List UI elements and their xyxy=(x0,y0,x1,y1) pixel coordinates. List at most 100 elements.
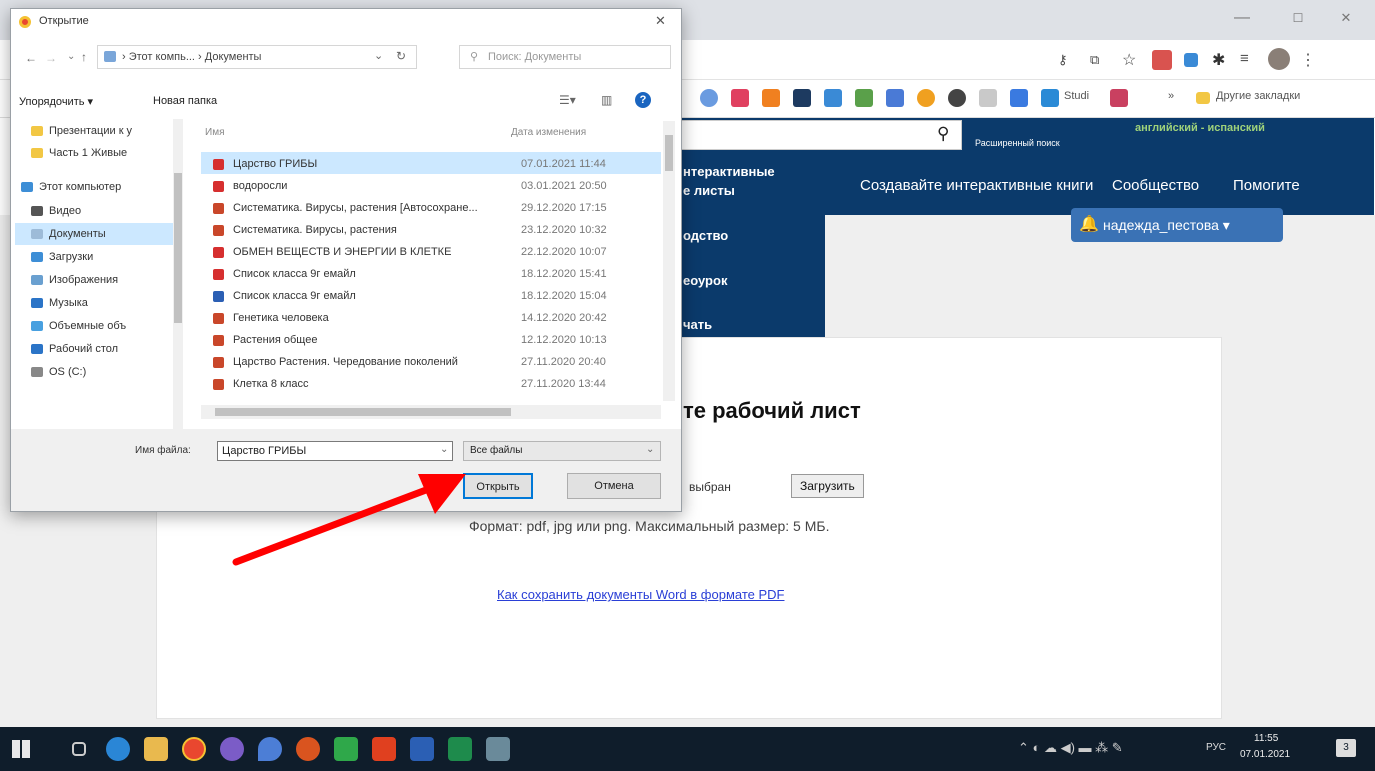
nav-item-this-pc[interactable]: Этот компьютер xyxy=(21,177,121,197)
site-search-input[interactable]: ⚲ xyxy=(680,120,962,150)
bookmark-icon[interactable] xyxy=(762,89,780,107)
viber-icon[interactable] xyxy=(220,737,244,761)
translate-icon[interactable]: ⧉ xyxy=(1090,52,1099,68)
filename-input[interactable]: Царство ГРИБЫ ⌄ xyxy=(217,441,453,461)
nav-help[interactable]: Помогите xyxy=(1233,177,1300,194)
search-icon[interactable]: ⚲ xyxy=(937,124,949,144)
breadcrumb[interactable]: › Этот компь... › Документы xyxy=(122,51,261,63)
nav-item-music[interactable]: Музыка xyxy=(31,293,88,313)
organize-menu[interactable]: Упорядочить ▾ xyxy=(19,95,93,108)
menu-video-lesson[interactable]: еоурок xyxy=(683,273,727,288)
nav-scrollbar[interactable] xyxy=(173,119,183,429)
puzzle-icon[interactable]: ✱ xyxy=(1212,50,1225,70)
column-name[interactable]: Имя xyxy=(205,127,224,138)
file-row[interactable]: Царство ГРИБЫ 07.01.2021 11:44 xyxy=(201,153,673,175)
bookmark-icon[interactable] xyxy=(1110,89,1128,107)
address-bar[interactable]: › Этот компь... › Документы ⌄ ↻ xyxy=(97,45,417,69)
file-row[interactable]: Список класса 9г емайл 18.12.2020 15:04 xyxy=(201,285,673,307)
chrome-icon[interactable] xyxy=(182,737,206,761)
bookmark-icon[interactable] xyxy=(824,89,842,107)
file-row[interactable]: Генетика человека 14.12.2020 20:42 xyxy=(201,307,673,329)
dialog-search-input[interactable]: ⚲ Поиск: Документы xyxy=(459,45,671,69)
excel-icon[interactable] xyxy=(448,737,472,761)
calculator-icon[interactable] xyxy=(486,737,510,761)
nav-create-books[interactable]: Создавайте интерактивные книги xyxy=(860,177,1093,194)
bookmark-icon[interactable] xyxy=(855,89,873,107)
back-icon[interactable]: ← xyxy=(25,51,37,65)
nav-item[interactable]: Презентации к у xyxy=(31,121,132,141)
file-type-select[interactable]: Все файлы ⌄ xyxy=(463,441,661,461)
bookmark-icon[interactable] xyxy=(979,89,997,107)
dialog-close-icon[interactable]: ✕ xyxy=(655,13,666,29)
extension-blue-icon[interactable] xyxy=(1184,53,1198,67)
task-view-icon[interactable] xyxy=(72,742,86,756)
nav-item-3d[interactable]: Объемные объ xyxy=(31,316,126,336)
app-icon[interactable] xyxy=(334,737,358,761)
horizontal-scrollbar-thumb[interactable] xyxy=(215,408,511,416)
minimize-icon[interactable]: — xyxy=(1230,6,1254,30)
nav-item[interactable]: Часть 1 Живые xyxy=(31,143,127,163)
nav-item-pictures[interactable]: Изображения xyxy=(31,270,118,290)
up-icon[interactable]: ↑ xyxy=(81,50,87,64)
open-button[interactable]: Открыть xyxy=(463,473,533,499)
pdf-help-link[interactable]: Как сохранить документы Word в формате P… xyxy=(497,587,784,602)
clock-date[interactable]: 07.01.2021 xyxy=(1240,749,1290,760)
bookmark-icon[interactable] xyxy=(793,89,811,107)
bookmark-other[interactable]: Другие закладки xyxy=(1216,90,1300,102)
profile-avatar[interactable] xyxy=(1268,48,1290,70)
bookmark-icon[interactable] xyxy=(1041,89,1059,107)
bookmark-icon[interactable] xyxy=(731,89,749,107)
file-row[interactable]: Растения общее 12.12.2020 10:13 xyxy=(201,329,673,351)
nav-item-desktop[interactable]: Рабочий стол xyxy=(31,339,118,359)
new-folder-button[interactable]: Новая папка xyxy=(153,95,217,107)
upload-button[interactable]: Загрузить xyxy=(791,474,864,498)
file-row[interactable]: Список класса 9г емайл 18.12.2020 15:41 xyxy=(201,263,673,285)
nav-item-video[interactable]: Видео xyxy=(31,201,81,221)
media-icon[interactable] xyxy=(296,737,320,761)
bookmark-icon[interactable] xyxy=(948,89,966,107)
advanced-search-link[interactable]: Расширенный поиск xyxy=(975,138,1060,148)
file-row[interactable]: Клетка 8 класс 27.11.2020 13:44 xyxy=(201,373,673,395)
file-row[interactable]: ОБМЕН ВЕЩЕСТВ И ЭНЕРГИИ В КЛЕТКЕ 22.12.20… xyxy=(201,241,673,263)
file-type-dropdown-icon[interactable]: ⌄ xyxy=(646,444,654,455)
star-icon[interactable]: ☆ xyxy=(1122,50,1136,70)
nav-item-downloads[interactable]: Загрузки xyxy=(31,247,93,267)
cancel-button[interactable]: Отмена xyxy=(567,473,661,499)
nav-community[interactable]: Сообщество xyxy=(1112,177,1199,194)
menu-guide[interactable]: одство xyxy=(683,228,728,243)
view-options-icon[interactable]: ☰▾ xyxy=(559,93,576,107)
clock-time[interactable]: 11:55 xyxy=(1254,733,1278,744)
address-dropdown-icon[interactable]: ⌄ xyxy=(374,49,383,62)
bookmark-icon[interactable] xyxy=(917,89,935,107)
maximize-icon[interactable]: ☐ xyxy=(1286,6,1310,30)
word-icon[interactable] xyxy=(410,737,434,761)
file-row[interactable]: Систематика. Вирусы, растения 23.12.2020 … xyxy=(201,219,673,241)
file-list-scrollbar[interactable] xyxy=(663,121,675,401)
bookmark-icon[interactable] xyxy=(886,89,904,107)
refresh-icon[interactable]: ↻ xyxy=(396,49,406,63)
tray-icons[interactable]: ⌃ ◐ ☁ ◀) ▬ ⁂ ✎ xyxy=(1018,740,1123,756)
key-icon[interactable]: ⚷ xyxy=(1058,52,1068,68)
bookmark-studi[interactable]: Studi xyxy=(1064,90,1089,102)
nav-item-os-c[interactable]: OS (C:) xyxy=(31,362,86,382)
file-list-scrollbar-thumb[interactable] xyxy=(665,135,673,171)
bell-icon[interactable]: 🔔 xyxy=(1079,214,1099,234)
column-date[interactable]: Дата изменения xyxy=(511,127,586,138)
nav-item-documents[interactable]: Документы xyxy=(31,224,106,244)
filename-dropdown-icon[interactable]: ⌄ xyxy=(440,444,448,455)
paint-icon[interactable] xyxy=(258,737,282,761)
bookmark-icon[interactable] xyxy=(1010,89,1028,107)
bookmarks-more[interactable]: » xyxy=(1168,90,1174,102)
help-icon[interactable]: ? xyxy=(635,92,651,108)
nav-scrollbar-thumb[interactable] xyxy=(174,173,182,323)
file-row[interactable]: водоросли 03.01.2021 20:50 xyxy=(201,175,673,197)
start-icon[interactable] xyxy=(12,740,30,758)
user-menu-button[interactable]: 🔔 надежда_пестова ▾ xyxy=(1071,208,1283,242)
close-icon[interactable]: ✕ xyxy=(1334,6,1358,30)
horizontal-scrollbar[interactable] xyxy=(201,405,661,419)
notification-icon[interactable]: 3 xyxy=(1336,739,1356,757)
preview-pane-icon[interactable]: ▥ xyxy=(601,93,612,107)
language-switch[interactable]: английский - испанский xyxy=(1135,122,1265,134)
more-menu-icon[interactable]: ⋮ xyxy=(1300,50,1316,70)
edge-icon[interactable] xyxy=(106,737,130,761)
